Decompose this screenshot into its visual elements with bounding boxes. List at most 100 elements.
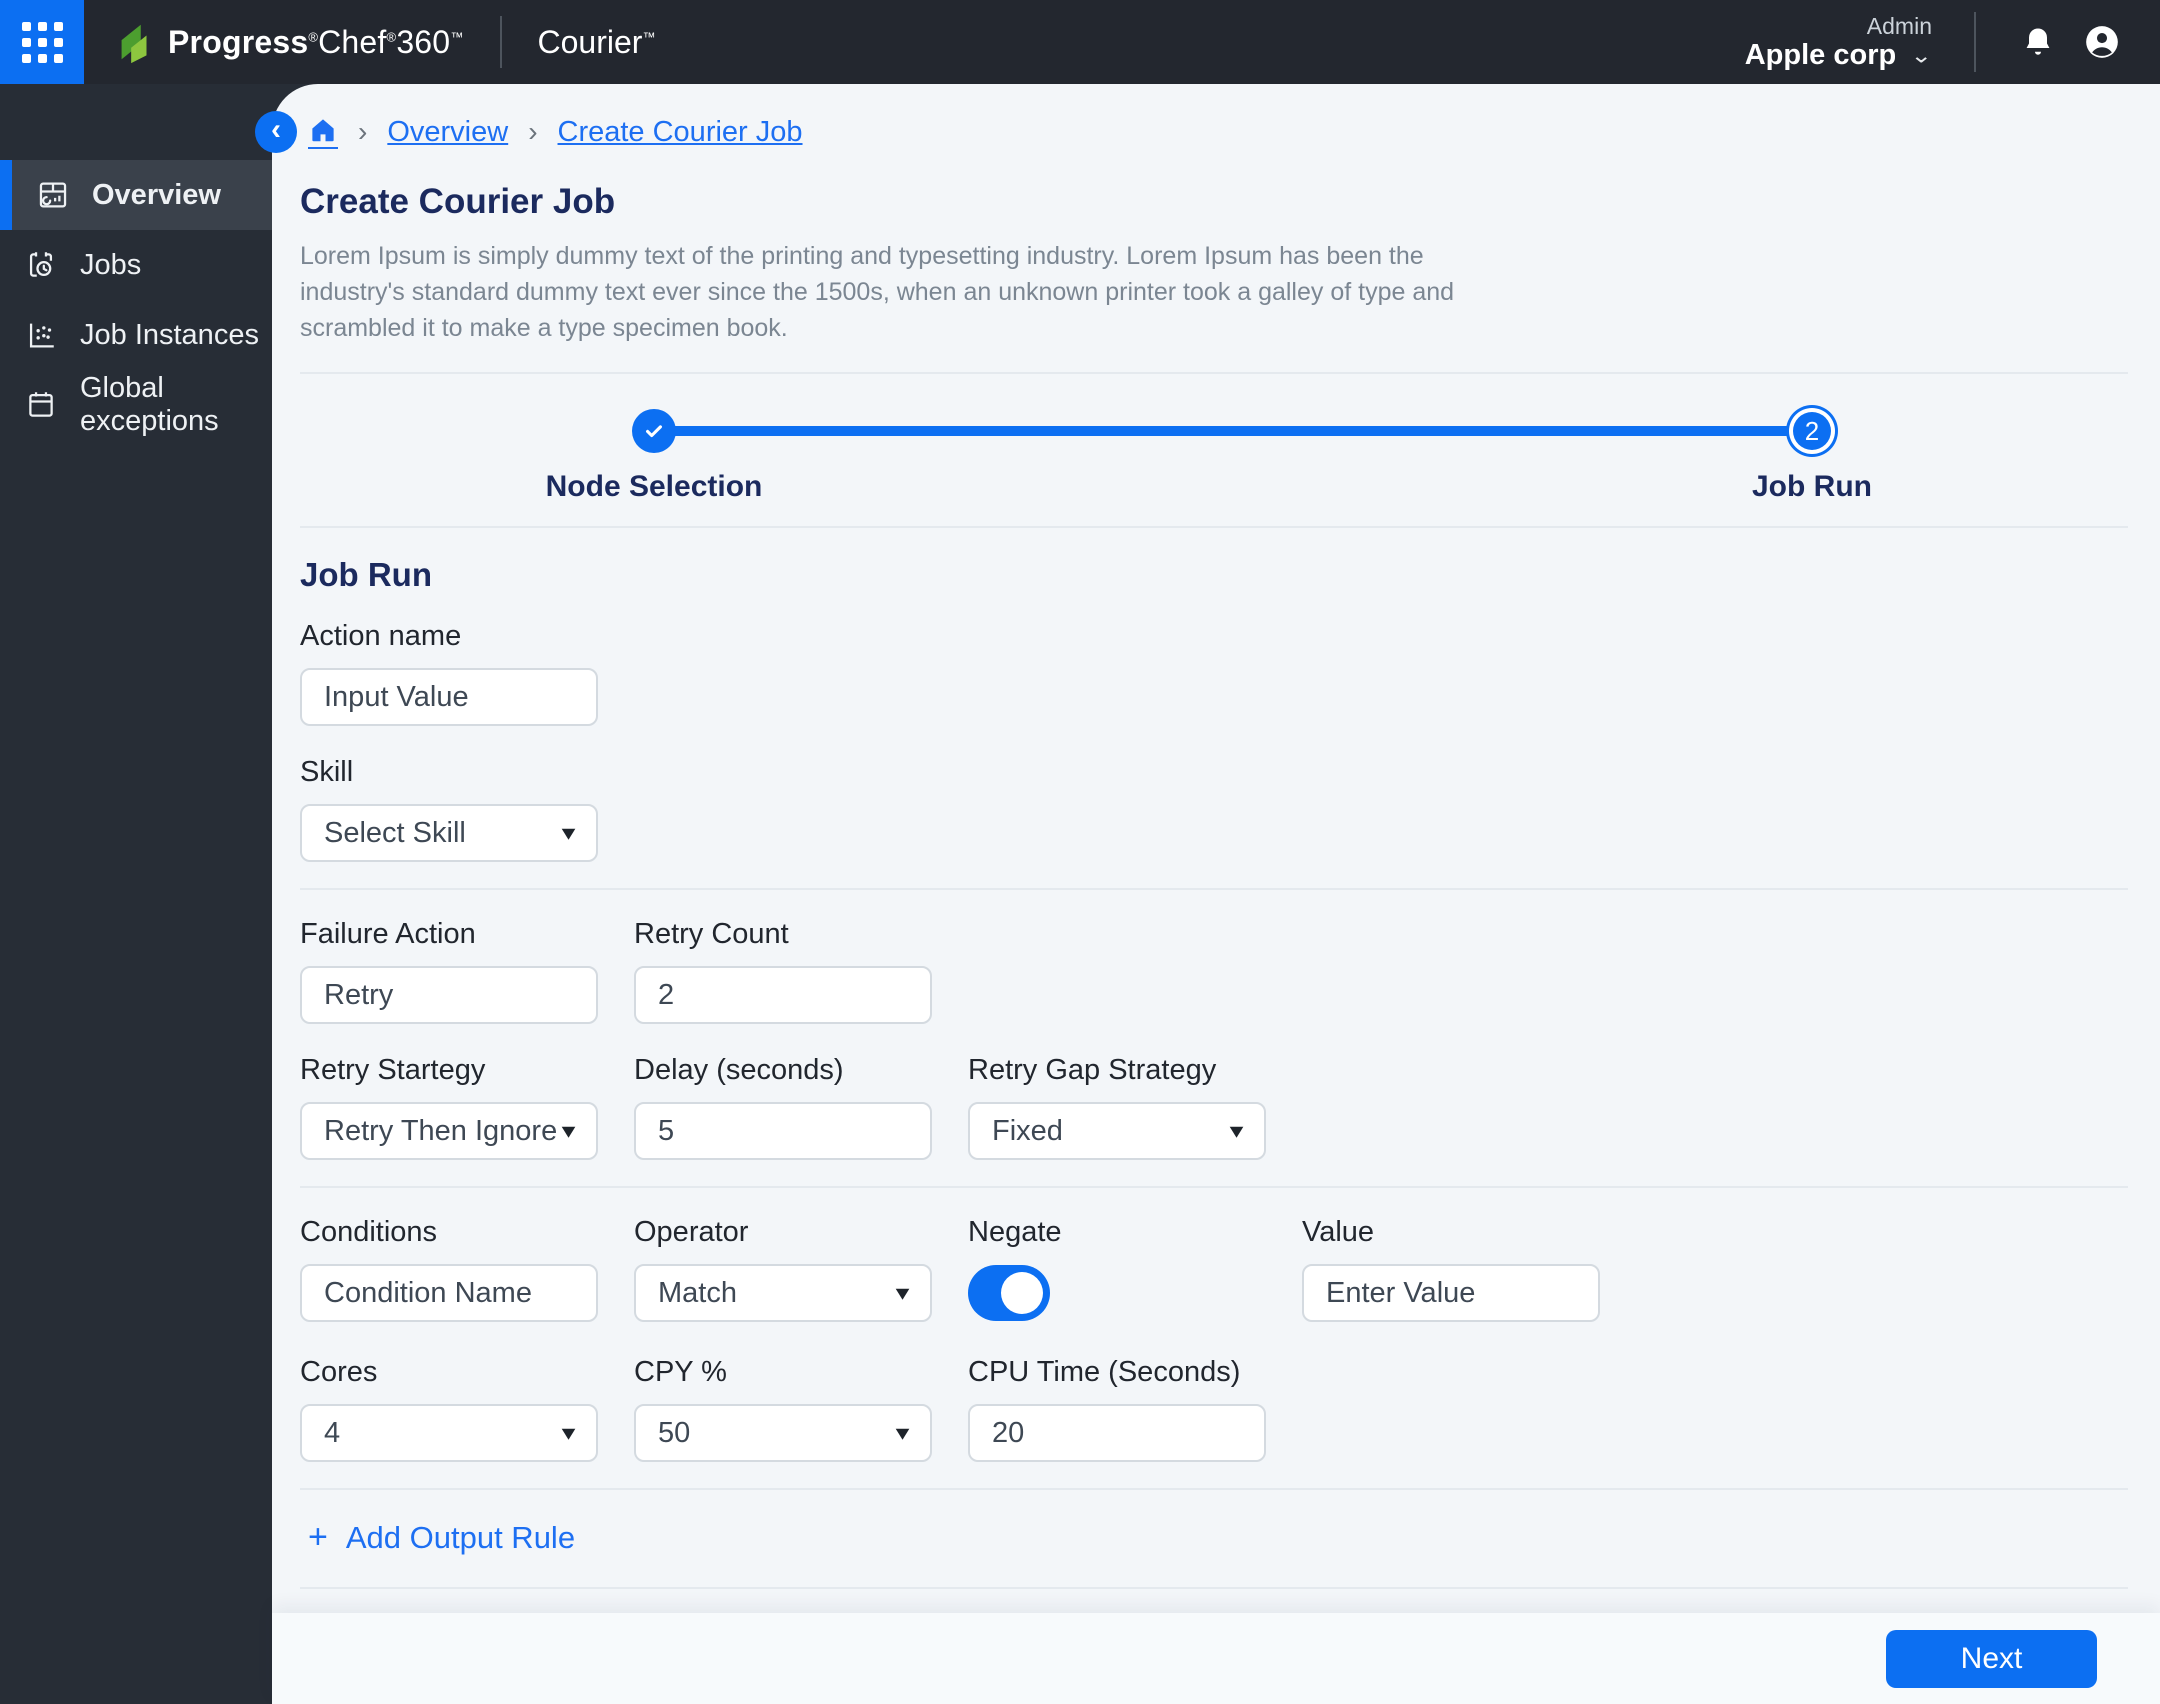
value-label: Value — [1302, 1216, 1375, 1248]
step-job-run-current[interactable]: 2 — [1793, 412, 1831, 450]
conditions-input[interactable] — [300, 1264, 598, 1322]
brand-text: Progress®Chef®360™ — [168, 23, 464, 60]
page-description: Lorem Ipsum is simply dummy text of the … — [300, 242, 1455, 342]
field-retry-gap-strategy: Retry Gap Strategy Fixed ▾ — [968, 1054, 1266, 1160]
calendar-clock-icon — [29, 252, 53, 277]
cpu-time-input[interactable] — [968, 1404, 1266, 1462]
sidebar-item-label: Jobs — [80, 248, 142, 281]
field-retry-count: Retry Count — [634, 918, 932, 1024]
retry-count-label: Retry Count — [634, 918, 789, 950]
cores-select-value: 4 — [324, 1416, 341, 1449]
bell-icon — [2026, 28, 2050, 55]
field-skill: Skill Select Skill ▾ — [300, 756, 598, 862]
cpy-select-value: 50 — [658, 1416, 691, 1449]
field-retry-strategy: Retry Startegy Retry Then Ignore ▾ — [300, 1054, 598, 1160]
skill-select[interactable]: Select Skill ▾ — [300, 804, 598, 862]
sidebar-collapse-button[interactable]: ‹ — [255, 111, 297, 153]
chevron-down-icon: ⌄ — [1910, 42, 1932, 67]
failure-action-input[interactable] — [300, 966, 598, 1024]
value-input[interactable] — [1302, 1264, 1600, 1322]
next-button[interactable]: Next — [1886, 1629, 2097, 1688]
brand-logo: Progress®Chef®360™ — [112, 19, 464, 65]
chevron-left-icon: ‹ — [271, 113, 281, 146]
toggle-knob — [1001, 1272, 1043, 1314]
cores-select[interactable]: 4 ▾ — [300, 1404, 598, 1462]
negate-toggle[interactable] — [968, 1265, 1050, 1321]
field-delay: Delay (seconds) — [634, 1054, 932, 1160]
operator-select[interactable]: Match ▾ — [634, 1264, 932, 1322]
caret-down-icon: ▾ — [561, 820, 576, 845]
field-action-name: Action name — [300, 620, 598, 726]
operator-label: Operator — [634, 1216, 749, 1248]
sidebar-item-label: Global exceptions — [80, 372, 219, 437]
field-conditions: Conditions — [300, 1216, 598, 1326]
account-block: Admin Apple corp ⌄ — [1745, 13, 1932, 72]
sidebar-menu: Overview Jobs Job Instances Global excep… — [0, 160, 272, 440]
action-name-label: Action name — [300, 620, 462, 652]
org-name: Apple corp — [1744, 38, 1897, 71]
field-value: Value — [1302, 1216, 1600, 1326]
breadcrumb-link-overview[interactable]: Overview — [387, 116, 508, 149]
field-failure-action: Failure Action — [300, 918, 598, 1024]
action-name-input[interactable] — [300, 668, 598, 726]
chevron-separator-icon: › — [528, 116, 538, 147]
step-label-job-run: Job Run — [1752, 470, 1872, 503]
page-title: Create Courier Job — [300, 182, 616, 221]
main-content: ‹ › Overview › Create Courier Job Create… — [255, 84, 2160, 1704]
sidebar-item-label: Overview — [92, 178, 221, 211]
apps-grid-button[interactable] — [0, 0, 84, 84]
breadcrumb-home-link[interactable] — [308, 115, 338, 149]
caret-down-icon: ▾ — [895, 1420, 910, 1445]
delay-input[interactable] — [634, 1102, 932, 1160]
dashboard-icon — [39, 182, 67, 208]
sidebar-item-overview[interactable]: Overview — [0, 160, 272, 230]
caret-down-icon: ▾ — [1229, 1118, 1244, 1143]
stepper: 2 Node Selection Job Run — [300, 374, 2128, 526]
retry-gap-strategy-label: Retry Gap Strategy — [968, 1054, 1217, 1086]
divider — [300, 1488, 2128, 1490]
form-footer: Next — [272, 1613, 2160, 1704]
caret-down-icon: ▾ — [895, 1280, 910, 1305]
breadcrumb: › Overview › Create Courier Job — [308, 110, 2128, 154]
notifications-button[interactable] — [2006, 10, 2070, 74]
sidebar-item-global-exceptions[interactable]: Global exceptions — [0, 370, 272, 440]
retry-strategy-select-value: Retry Then Ignore — [324, 1114, 558, 1147]
cpu-time-label: CPU Time (Seconds) — [968, 1356, 1241, 1388]
sidebar-item-jobs[interactable]: Jobs — [0, 230, 272, 300]
apps-grid-icon — [21, 21, 63, 63]
delay-label: Delay (seconds) — [634, 1054, 844, 1086]
step-node-selection-complete[interactable] — [632, 409, 676, 453]
cpy-select[interactable]: 50 ▾ — [634, 1404, 932, 1462]
breadcrumb-link-create-courier-job[interactable]: Create Courier Job — [558, 116, 803, 149]
cores-label: Cores — [300, 1356, 378, 1388]
retry-gap-strategy-select[interactable]: Fixed ▾ — [968, 1102, 1266, 1160]
sidebar: Overview Jobs Job Instances Global excep… — [0, 84, 272, 1704]
add-output-rule-label: Add Output Rule — [345, 1519, 576, 1555]
retry-count-input[interactable] — [634, 966, 932, 1024]
field-cores: Cores 4 ▾ — [300, 1356, 598, 1462]
product-name: Courier™ — [537, 23, 656, 60]
stepper-connector-line — [654, 426, 1812, 436]
cpy-label: CPY % — [634, 1356, 727, 1388]
add-output-rule-link[interactable]: + Add Output Rule — [308, 1518, 575, 1557]
caret-down-icon: ▾ — [561, 1420, 576, 1445]
failure-action-label: Failure Action — [300, 918, 476, 950]
field-cpy: CPY % 50 ▾ — [634, 1356, 932, 1462]
field-negate: Negate — [968, 1216, 1266, 1326]
org-switcher[interactable]: Apple corp ⌄ — [1745, 39, 1932, 72]
account-role: Admin — [1866, 12, 1932, 39]
conditions-label: Conditions — [300, 1216, 438, 1248]
progress-logo-icon — [121, 24, 147, 64]
field-cpu-time: CPU Time (Seconds) — [968, 1356, 1266, 1462]
divider — [300, 888, 2128, 890]
check-icon — [646, 425, 662, 438]
topbar-divider — [1974, 12, 1976, 72]
retry-strategy-select[interactable]: Retry Then Ignore ▾ — [300, 1102, 598, 1160]
sidebar-item-job-instances[interactable]: Job Instances — [0, 300, 272, 370]
divider — [300, 526, 2128, 528]
scatter-chart-icon — [29, 323, 54, 348]
step-label-node-selection: Node Selection — [545, 470, 763, 503]
account-button[interactable] — [2070, 10, 2134, 74]
calendar-icon — [29, 392, 53, 417]
skill-select-value: Select Skill — [324, 816, 466, 849]
